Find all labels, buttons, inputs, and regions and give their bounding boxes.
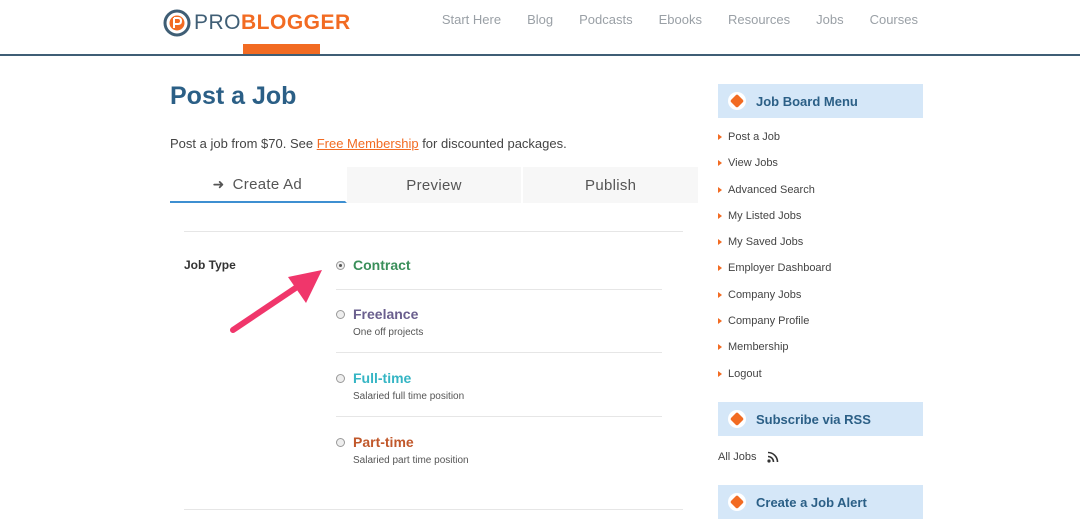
menu-item-my-listed-jobs[interactable]: My Listed Jobs: [718, 210, 831, 236]
menu-item-my-saved-jobs[interactable]: My Saved Jobs: [718, 236, 831, 262]
option-title: Full-time: [353, 370, 412, 386]
menu-item-view-jobs[interactable]: View Jobs: [718, 157, 831, 183]
sub-nav-active-tab[interactable]: [243, 44, 320, 54]
menu-item-company-jobs[interactable]: Company Jobs: [718, 289, 831, 315]
menu-item-membership[interactable]: Membership: [718, 341, 831, 367]
option-description: One off projects: [353, 327, 424, 338]
tag-icon: [728, 92, 746, 110]
site-header: PROBLOGGER Start Here Blog Podcasts Eboo…: [0, 0, 1080, 56]
page-title: Post a Job: [170, 82, 297, 110]
option-divider: [336, 416, 662, 417]
nav-courses[interactable]: Courses: [870, 12, 918, 28]
job-board-menu-header: Job Board Menu: [718, 84, 923, 118]
option-title: Freelance: [353, 306, 419, 322]
bullet-icon: [718, 134, 722, 140]
intro-text: Post a job from $70. See Free Membership…: [170, 136, 567, 151]
option-divider: [336, 289, 662, 290]
option-title: Part-time: [353, 434, 414, 450]
job-board-menu: Post a Job View Jobs Advanced Search My …: [718, 131, 831, 394]
option-description: Salaried full time position: [353, 391, 465, 402]
problogger-logo[interactable]: PROBLOGGER: [163, 8, 351, 38]
full-time-radio[interactable]: [336, 374, 345, 383]
bullet-icon: [718, 291, 722, 298]
form-divider: [184, 231, 683, 232]
tag-icon: [728, 410, 746, 428]
bullet-icon: [718, 186, 722, 193]
sub-nav-strip: [0, 44, 1080, 54]
job-type-label: Job Type: [184, 258, 236, 272]
contract-radio[interactable]: [336, 261, 345, 270]
menu-item-logout[interactable]: Logout: [718, 368, 831, 394]
post-job-steps: ➜ Create Ad Preview Publish: [170, 167, 698, 203]
rss-all-jobs[interactable]: All Jobs: [718, 451, 779, 463]
step-publish[interactable]: Publish: [523, 167, 698, 203]
bullet-icon: [718, 318, 722, 325]
step-preview[interactable]: Preview: [347, 167, 524, 203]
create-job-alert-header[interactable]: Create a Job Alert: [718, 485, 923, 519]
menu-item-advanced-search[interactable]: Advanced Search: [718, 184, 831, 210]
freelance-radio[interactable]: [336, 310, 345, 319]
subscribe-rss-header: Subscribe via RSS: [718, 402, 923, 436]
part-time-radio[interactable]: [336, 438, 345, 447]
bullet-icon: [718, 370, 722, 377]
bullet-icon: [718, 265, 722, 272]
free-membership-link[interactable]: Free Membership: [317, 136, 419, 151]
nav-resources[interactable]: Resources: [728, 12, 790, 28]
bullet-icon: [718, 344, 722, 351]
option-title: Contract: [353, 257, 411, 273]
form-divider-bottom: [184, 509, 683, 510]
nav-start-here[interactable]: Start Here: [442, 12, 501, 28]
logo-mark-icon: [163, 9, 191, 37]
step-create-ad[interactable]: ➜ Create Ad: [170, 167, 347, 203]
bullet-icon: [718, 212, 722, 219]
bullet-icon: [718, 239, 722, 246]
nav-podcasts[interactable]: Podcasts: [579, 12, 632, 28]
arrow-right-icon: ➜: [212, 175, 225, 192]
bullet-icon: [718, 160, 722, 167]
logo-text: PROBLOGGER: [194, 11, 351, 34]
main-nav: Start Here Blog Podcasts Ebooks Resource…: [416, 12, 918, 28]
tag-icon: [728, 493, 746, 511]
rss-icon: [766, 451, 778, 463]
nav-jobs[interactable]: Jobs: [816, 12, 843, 28]
option-divider: [336, 352, 662, 353]
menu-item-post-a-job[interactable]: Post a Job: [718, 131, 831, 157]
option-description: Salaried part time position: [353, 455, 469, 466]
menu-item-employer-dashboard[interactable]: Employer Dashboard: [718, 262, 831, 288]
annotation-arrow-icon: [230, 270, 322, 333]
menu-item-company-profile[interactable]: Company Profile: [718, 315, 831, 341]
nav-ebooks[interactable]: Ebooks: [659, 12, 702, 28]
nav-blog[interactable]: Blog: [527, 12, 553, 28]
